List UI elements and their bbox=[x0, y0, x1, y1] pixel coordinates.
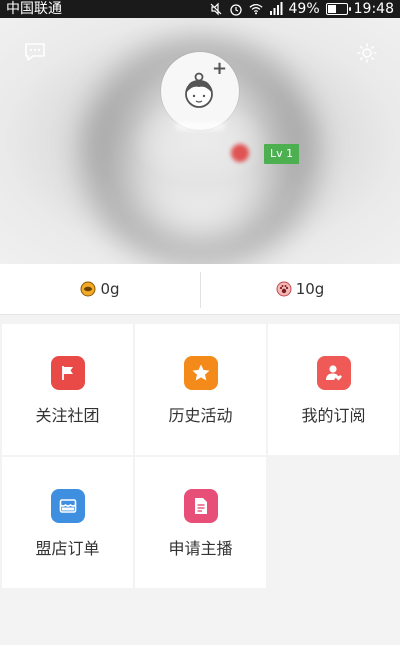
user-heart-icon bbox=[317, 356, 351, 390]
menu-label: 盟店订单 bbox=[35, 539, 100, 558]
paw-balance[interactable]: 10g bbox=[200, 264, 400, 314]
shop-icon bbox=[51, 489, 85, 523]
paw-coin-icon bbox=[276, 281, 292, 297]
status-icons: 49% 19:48 bbox=[209, 0, 394, 18]
menu-label: 历史活动 bbox=[168, 406, 233, 425]
menu-history-events[interactable]: 历史活动 bbox=[135, 324, 266, 455]
plus-icon: + bbox=[212, 58, 228, 79]
menu-grid: 关注社团 历史活动 我的订阅 盟店订单 申请主播 bbox=[2, 324, 399, 588]
alarm-icon bbox=[229, 4, 242, 16]
status-bar: 中国联通 49% 19:48 bbox=[0, 0, 400, 18]
menu-followed-clubs[interactable]: 关注社团 bbox=[2, 324, 133, 455]
menu-label: 关注社团 bbox=[35, 406, 100, 425]
message-icon[interactable] bbox=[24, 42, 46, 62]
wifi-icon bbox=[248, 4, 263, 15]
paw-balance-value: 10g bbox=[295, 280, 325, 298]
profile-header: + Lv 1 bbox=[0, 18, 400, 264]
gold-coin-icon bbox=[80, 281, 96, 297]
star-icon bbox=[184, 356, 218, 390]
avatar-add-button[interactable]: + bbox=[161, 52, 239, 130]
document-icon bbox=[184, 489, 218, 523]
carrier-name: 中国联通 bbox=[6, 1, 62, 17]
battery-icon bbox=[325, 3, 351, 15]
coin-balance[interactable]: 0g bbox=[0, 264, 200, 314]
menu-apply-host[interactable]: 申请主播 bbox=[135, 457, 266, 588]
menu-partner-store-orders[interactable]: 盟店订单 bbox=[2, 457, 133, 588]
menu-label: 申请主播 bbox=[168, 539, 233, 558]
currency-row: 0g 10g bbox=[0, 264, 400, 315]
menu-label: 我的订阅 bbox=[301, 406, 366, 425]
username-blurred bbox=[175, 122, 225, 130]
flag-icon bbox=[51, 356, 85, 390]
battery-percent: 49% bbox=[288, 1, 320, 17]
notification-dot bbox=[231, 144, 249, 162]
mute-icon bbox=[210, 2, 221, 16]
clock: 19:48 bbox=[353, 1, 394, 17]
menu-my-subscriptions[interactable]: 我的订阅 bbox=[268, 324, 399, 455]
coin-balance-value: 0g bbox=[100, 280, 120, 298]
settings-gear-icon[interactable] bbox=[356, 42, 378, 64]
signal-icon bbox=[269, 2, 283, 15]
level-badge: Lv 1 bbox=[264, 144, 300, 164]
